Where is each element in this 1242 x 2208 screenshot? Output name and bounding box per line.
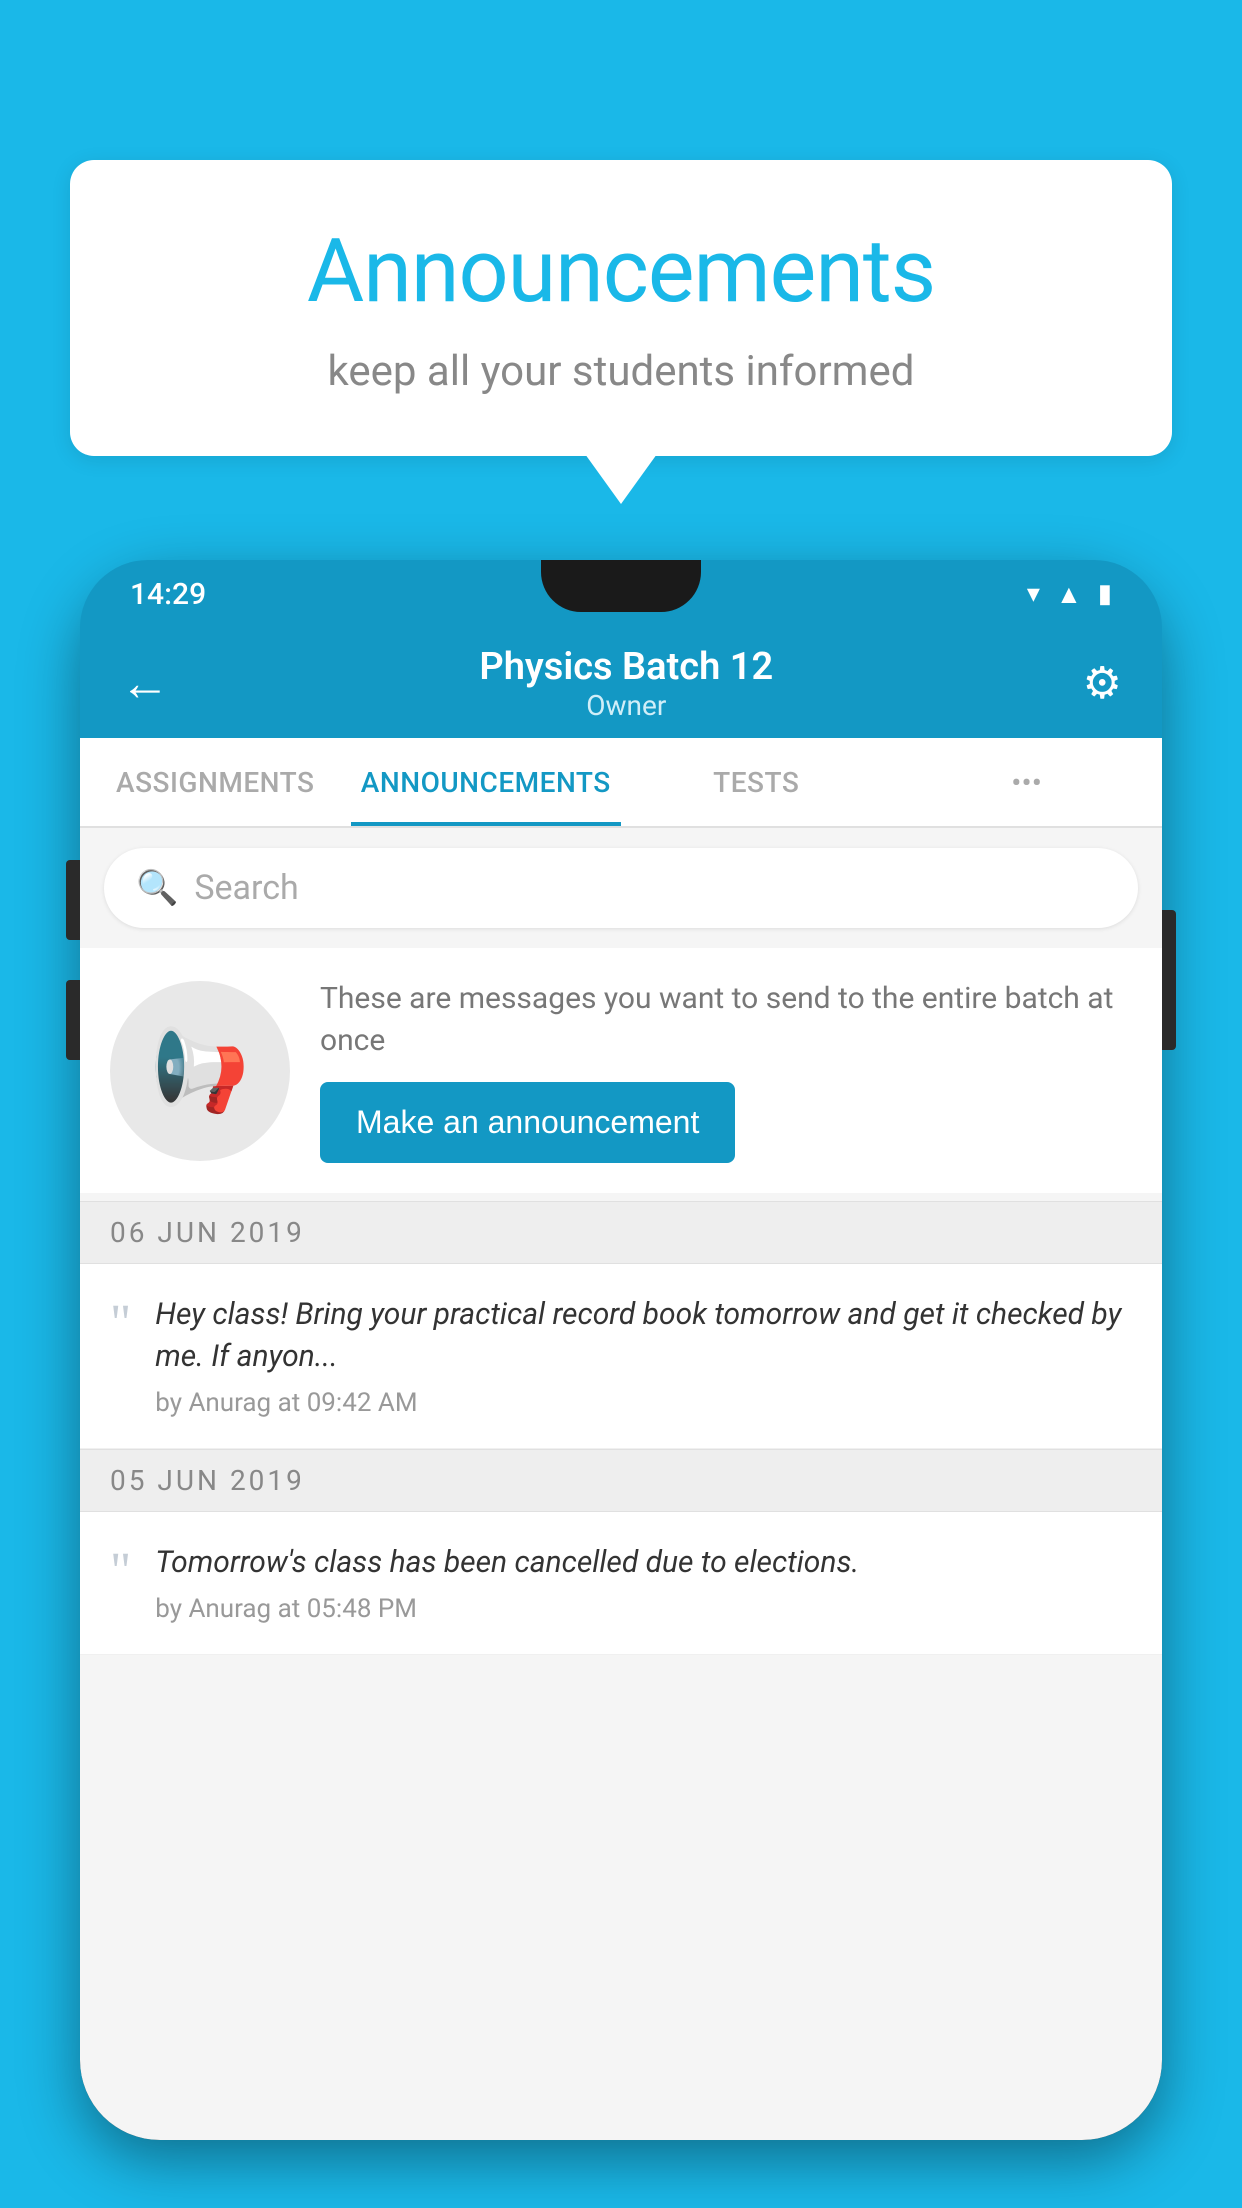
status-bar: 14:29 ▾ ▲ ▮ xyxy=(80,560,1162,628)
megaphone-circle: 📢 xyxy=(110,981,290,1161)
announcement-body-1: Hey class! Bring your practical record b… xyxy=(155,1294,1132,1418)
announcement-meta-1: by Anurag at 09:42 AM xyxy=(155,1388,1132,1418)
status-time: 14:29 xyxy=(130,577,206,612)
quote-icon-1: " xyxy=(110,1298,131,1350)
app-bar-subtitle: Owner xyxy=(190,689,1063,722)
phone-frame: 14:29 ▾ ▲ ▮ ← Physics Batch 12 Owner ⚙ A… xyxy=(80,560,1162,2140)
back-button[interactable]: ← xyxy=(120,654,170,713)
tab-assignments[interactable]: ASSIGNMENTS xyxy=(80,738,351,826)
date-separator-2: 05 JUN 2019 xyxy=(80,1449,1162,1512)
status-icons: ▾ ▲ ▮ xyxy=(1027,579,1112,610)
megaphone-icon: 📢 xyxy=(150,1024,250,1118)
announcement-body-2: Tomorrow's class has been cancelled due … xyxy=(155,1542,1132,1624)
quote-icon-2: " xyxy=(110,1546,131,1598)
announcement-item-1[interactable]: " Hey class! Bring your practical record… xyxy=(80,1264,1162,1449)
tab-more[interactable]: ••• xyxy=(892,738,1163,826)
app-bar-title: Physics Batch 12 xyxy=(190,645,1063,689)
make-announcement-button[interactable]: Make an announcement xyxy=(320,1082,735,1163)
cta-right: These are messages you want to send to t… xyxy=(320,978,1132,1163)
wifi-icon: ▾ xyxy=(1027,579,1040,609)
tab-tests[interactable]: TESTS xyxy=(621,738,892,826)
bubble-title: Announcements xyxy=(150,220,1092,323)
power-button xyxy=(1162,910,1176,1050)
speech-bubble: Announcements keep all your students inf… xyxy=(70,160,1172,456)
cta-card: 📢 These are messages you want to send to… xyxy=(80,948,1162,1193)
bubble-subtitle: keep all your students informed xyxy=(150,347,1092,396)
app-bar: ← Physics Batch 12 Owner ⚙ xyxy=(80,628,1162,738)
phone-container: 14:29 ▾ ▲ ▮ ← Physics Batch 12 Owner ⚙ A… xyxy=(80,560,1162,2208)
search-icon: 🔍 xyxy=(136,868,178,908)
search-bar[interactable]: 🔍 Search xyxy=(104,848,1138,928)
settings-button[interactable]: ⚙ xyxy=(1083,657,1122,709)
date-separator-1: 06 JUN 2019 xyxy=(80,1201,1162,1264)
notch xyxy=(541,560,701,612)
phone-content: 🔍 Search 📢 These are messages you want t… xyxy=(80,828,1162,2140)
volume-up-button xyxy=(66,860,80,940)
announcement-meta-2: by Anurag at 05:48 PM xyxy=(155,1594,1132,1624)
signal-icon: ▲ xyxy=(1056,579,1082,610)
announcement-text-2: Tomorrow's class has been cancelled due … xyxy=(155,1542,1132,1584)
cta-description: These are messages you want to send to t… xyxy=(320,978,1132,1062)
app-bar-title-group: Physics Batch 12 Owner xyxy=(190,645,1063,722)
search-input[interactable]: Search xyxy=(194,868,298,908)
speech-bubble-section: Announcements keep all your students inf… xyxy=(70,160,1172,456)
tab-bar: ASSIGNMENTS ANNOUNCEMENTS TESTS ••• xyxy=(80,738,1162,828)
tab-announcements[interactable]: ANNOUNCEMENTS xyxy=(351,738,622,826)
volume-down-button xyxy=(66,980,80,1060)
battery-icon: ▮ xyxy=(1098,579,1112,609)
announcement-item-2[interactable]: " Tomorrow's class has been cancelled du… xyxy=(80,1512,1162,1655)
announcement-text-1: Hey class! Bring your practical record b… xyxy=(155,1294,1132,1378)
